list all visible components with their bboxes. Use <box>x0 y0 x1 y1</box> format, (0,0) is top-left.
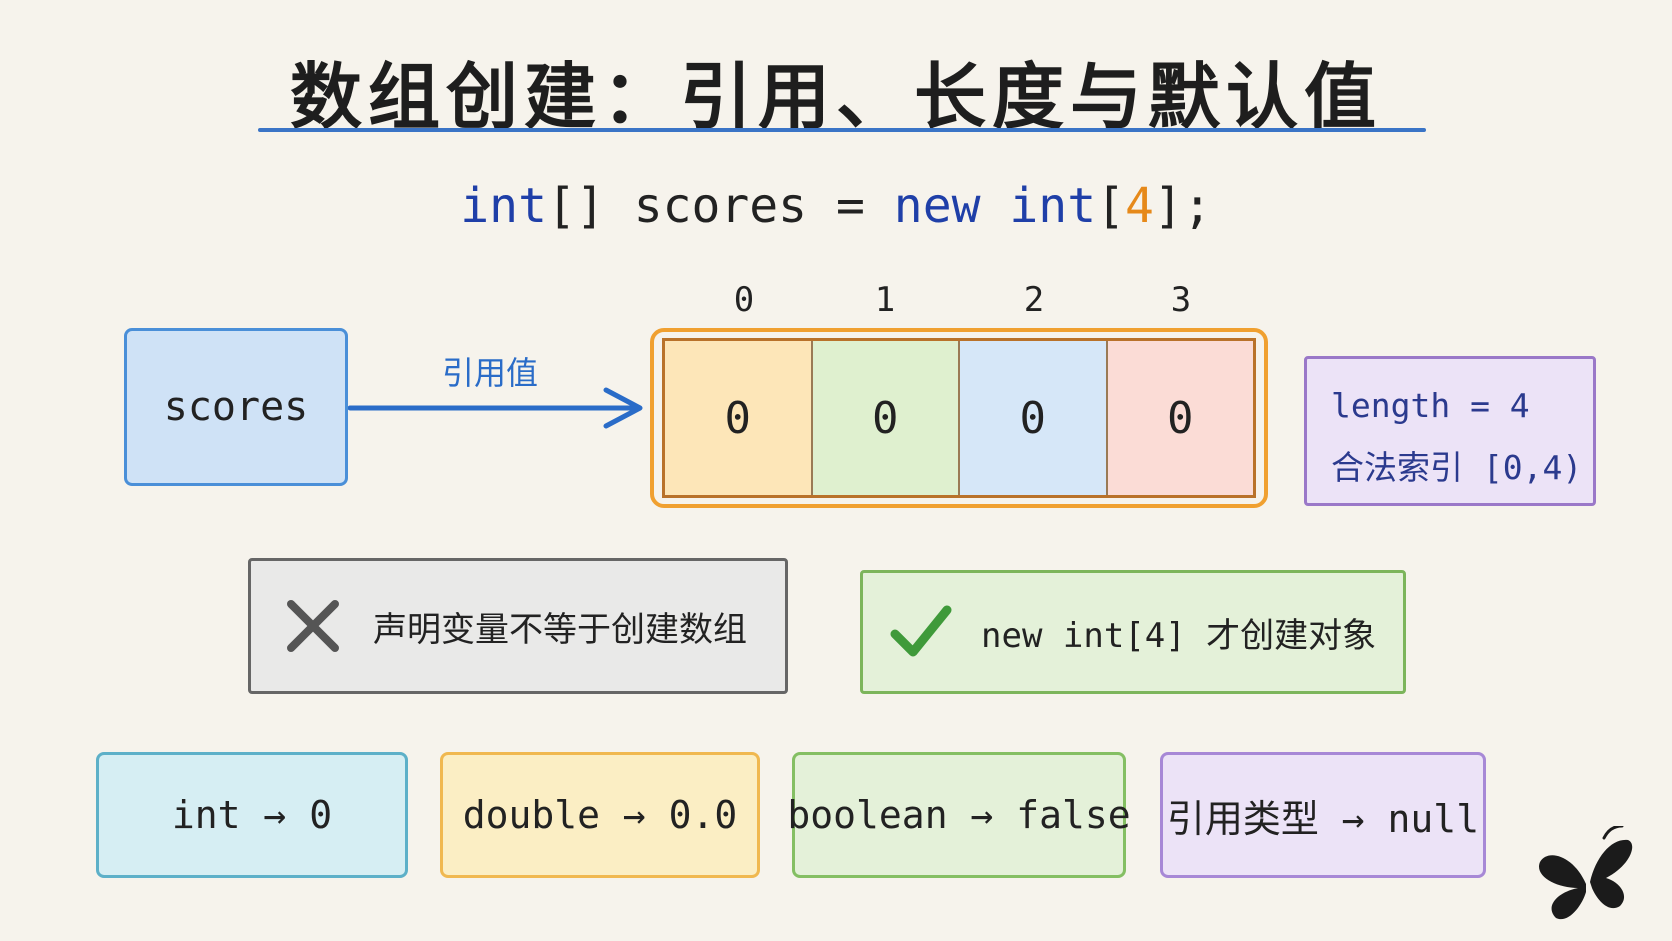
default-boolean-box: boolean → false <box>787 752 1131 878</box>
default-int-box: int → 0 <box>96 752 408 878</box>
code-var-name: scores <box>633 178 808 234</box>
x-mark-icon <box>287 600 339 652</box>
code-brackets: [] <box>546 178 605 234</box>
code-array-size: 4 <box>1125 178 1154 234</box>
array-cell-2: 0 <box>960 341 1108 495</box>
code-type-keyword: int <box>460 178 547 234</box>
array-cells: 0 0 0 0 <box>662 338 1256 498</box>
array-index-2: 2 <box>1023 280 1045 320</box>
array-index-3: 3 <box>1170 280 1192 320</box>
array-cell-3: 0 <box>1107 341 1253 495</box>
butterfly-logo-icon <box>1538 826 1633 920</box>
wrong-note-text: 声明变量不等于创建数组 <box>373 609 747 650</box>
valid-index-range: 合法索引 [0,4) <box>1331 448 1583 487</box>
title-underline <box>258 128 1426 132</box>
right-note-text: new int[4] 才创建对象 <box>981 615 1377 656</box>
reference-arrow-icon <box>348 387 643 429</box>
length-text: length = 4 <box>1331 386 1530 425</box>
wrong-sticky-note: 声明变量不等于创建数组 <box>248 558 788 694</box>
code-new-keyword: new <box>893 178 981 234</box>
code-open-bracket: [ <box>1096 178 1126 234</box>
code-close: ]; <box>1153 178 1212 234</box>
code-equals: = <box>835 178 865 234</box>
right-sticky-note: new int[4] 才创建对象 <box>860 570 1406 694</box>
code-line: int[] scores = new int[4]; <box>0 178 1672 234</box>
scores-variable-box: scores <box>124 328 348 486</box>
array-index-1: 1 <box>874 280 896 320</box>
code-type-keyword-2: int <box>1009 178 1097 234</box>
array-cell-1: 0 <box>812 341 960 495</box>
default-reference-box: 引用类型 → null <box>1160 752 1486 878</box>
default-double-box: double → 0.0 <box>440 752 760 878</box>
array-index-0: 0 <box>733 280 755 320</box>
check-mark-icon <box>890 605 952 657</box>
length-sticky-note: length = 4 合法索引 [0,4) <box>1304 356 1596 506</box>
array-cell-0: 0 <box>665 341 813 495</box>
